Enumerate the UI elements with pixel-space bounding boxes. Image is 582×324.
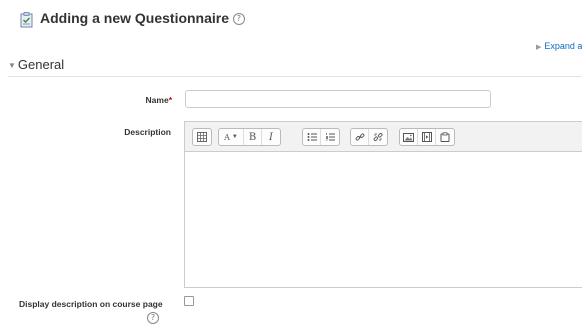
italic-glyph: I — [269, 131, 273, 143]
image-icon[interactable] — [400, 129, 418, 145]
required-marker: * — [168, 95, 172, 105]
media-icon[interactable] — [418, 129, 436, 145]
page-title: Adding a new Questionnaire ? — [40, 10, 245, 26]
editor-toolbar: A ▼ B I — [185, 122, 582, 152]
section-divider — [8, 76, 582, 77]
description-editor[interactable]: A ▼ B I — [184, 121, 582, 288]
help-icon[interactable]: ? — [232, 13, 245, 26]
toolbar-toggle-icon[interactable] — [193, 129, 211, 145]
manage-files-icon[interactable] — [436, 129, 454, 145]
name-label-text: Name — [145, 95, 169, 105]
toolbar-group-links — [350, 128, 388, 146]
link-icon[interactable] — [351, 129, 369, 145]
section-title: General — [17, 57, 65, 72]
unlink-icon[interactable] — [369, 129, 387, 145]
bold-glyph: B — [248, 131, 257, 143]
display-description-label: Display description on course page — [19, 299, 163, 309]
name-label: Name* — [146, 95, 172, 105]
caret-down-icon: ▼ — [8, 61, 16, 71]
dropdown-arrow-icon: ▼ — [231, 134, 238, 140]
expand-triangle-icon: ▶ — [536, 44, 542, 51]
page-title-text: Adding a new Questionnaire — [40, 10, 230, 26]
description-label: Description — [124, 127, 171, 137]
italic-icon[interactable]: I — [262, 129, 280, 145]
expand-all-label: Expand a — [544, 41, 582, 51]
numbered-list-icon[interactable] — [321, 129, 339, 145]
name-input[interactable] — [185, 90, 491, 108]
toolbar-group-toggle — [192, 128, 212, 146]
toolbar-group-format: A ▼ B I — [218, 128, 281, 146]
toolbar-group-media — [399, 128, 455, 146]
font-size-glyph: A — [224, 132, 230, 142]
expand-all-link[interactable]: ▶ Expand a — [536, 41, 582, 51]
questionnaire-icon — [20, 12, 34, 28]
help-icon[interactable]: ? — [147, 312, 159, 324]
font-size-icon[interactable]: A ▼ — [219, 129, 244, 145]
bullet-list-icon[interactable] — [303, 129, 321, 145]
section-general-header[interactable]: ▼ General — [8, 57, 64, 72]
display-description-checkbox[interactable] — [184, 296, 194, 306]
bold-icon[interactable]: B — [244, 129, 262, 145]
toolbar-group-lists — [302, 128, 340, 146]
